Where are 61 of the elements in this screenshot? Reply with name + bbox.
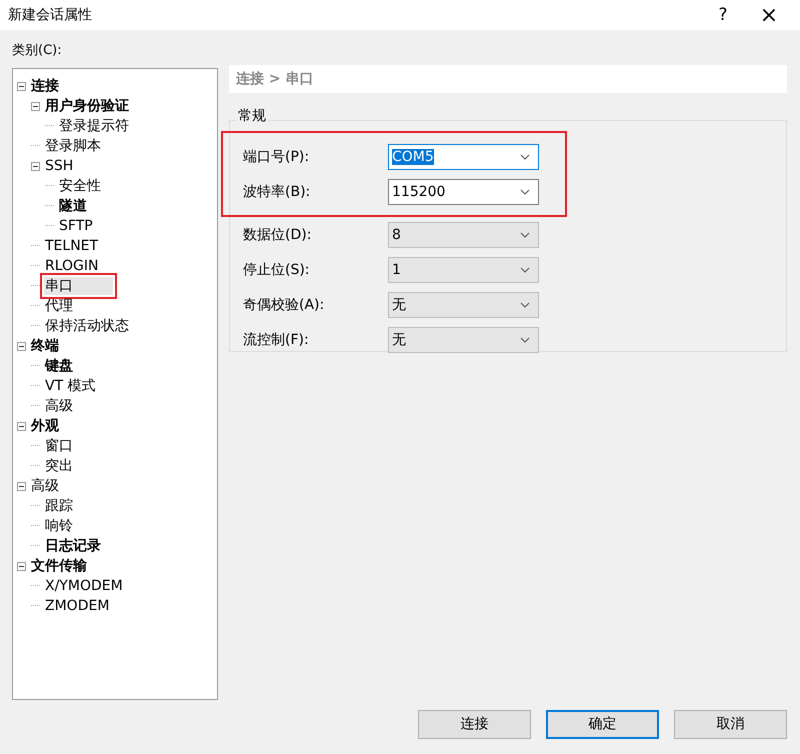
tree-item[interactable]: 隧道 <box>58 197 88 215</box>
group-title: 常规 <box>236 107 268 125</box>
collapse-icon[interactable] <box>17 342 26 350</box>
tree-item[interactable]: 代理 <box>44 297 74 315</box>
help-button[interactable]: ? <box>700 5 746 25</box>
field-label: 波特率(B): <box>243 182 312 200</box>
tree-item[interactable]: ZMODEM <box>44 597 110 615</box>
dropdown[interactable]: 115200 <box>388 178 539 204</box>
field-label: 流控制(F): <box>243 330 310 348</box>
tree-item[interactable]: 登录脚本 <box>44 137 102 155</box>
chevron-down-icon <box>520 302 530 308</box>
tree-item[interactable]: 文件传输 <box>30 557 88 575</box>
close-button[interactable]: × <box>746 2 792 28</box>
tree-item[interactable]: 用户身份验证 <box>44 97 130 115</box>
tree-item[interactable]: 高级 <box>30 477 60 495</box>
tree-item[interactable]: RLOGIN <box>44 257 100 275</box>
dropdown[interactable]: 无 <box>388 326 539 352</box>
chevron-down-icon <box>520 336 530 342</box>
tree-item[interactable]: 终端 <box>30 337 60 355</box>
dropdown[interactable]: 无 <box>388 292 539 318</box>
field-label: 停止位(S): <box>243 260 311 278</box>
category-label: 类别(C): <box>12 42 63 60</box>
tree-item[interactable]: SSH <box>44 157 74 175</box>
dialog-button[interactable]: 取消 <box>674 710 787 738</box>
field-label: 端口号(P): <box>243 148 310 166</box>
chevron-down-icon <box>520 188 530 194</box>
tree-item[interactable]: 窗口 <box>44 437 74 455</box>
tree-item[interactable]: 日志记录 <box>44 537 102 555</box>
chevron-down-icon <box>520 266 530 272</box>
collapse-icon[interactable] <box>17 422 26 430</box>
tree-item[interactable]: 安全性 <box>58 177 102 195</box>
tree-item[interactable]: 跟踪 <box>44 497 74 515</box>
tree-item[interactable]: 外观 <box>30 417 60 435</box>
breadcrumb: 连接 > 串口 <box>229 65 787 93</box>
tree-item[interactable]: X/YMODEM <box>44 577 124 595</box>
collapse-icon[interactable] <box>31 102 40 110</box>
chevron-down-icon <box>520 154 530 160</box>
tree-item[interactable]: 串口 <box>44 277 113 295</box>
tree-item[interactable]: TELNET <box>44 237 100 255</box>
field-label: 奇偶校验(A): <box>243 296 326 314</box>
dropdown[interactable]: 1 <box>388 256 539 282</box>
dropdown[interactable]: COM5 <box>388 144 539 170</box>
tree-item[interactable]: 键盘 <box>44 357 74 375</box>
tree-item[interactable]: 高级 <box>44 397 74 415</box>
collapse-icon[interactable] <box>17 482 26 490</box>
collapse-icon[interactable] <box>17 82 26 90</box>
window-title: 新建会话属性 <box>8 6 93 24</box>
tree-item[interactable]: 保持活动状态 <box>44 317 130 335</box>
dialog-button[interactable]: 连接 <box>418 710 531 738</box>
field-label: 数据位(D): <box>243 226 312 244</box>
tree-item[interactable]: 连接 <box>30 77 60 95</box>
tree-item[interactable]: VT 模式 <box>44 377 97 395</box>
dialog-button[interactable]: 确定 <box>546 710 659 738</box>
tree-item[interactable]: 响铃 <box>44 517 74 535</box>
tree-item[interactable]: 突出 <box>44 457 74 475</box>
dropdown[interactable]: 8 <box>388 222 539 248</box>
collapse-icon[interactable] <box>17 562 26 570</box>
tree-item[interactable]: 登录提示符 <box>58 117 130 135</box>
collapse-icon[interactable] <box>31 162 40 170</box>
tree-item[interactable]: SFTP <box>58 217 94 235</box>
chevron-down-icon <box>520 232 530 238</box>
